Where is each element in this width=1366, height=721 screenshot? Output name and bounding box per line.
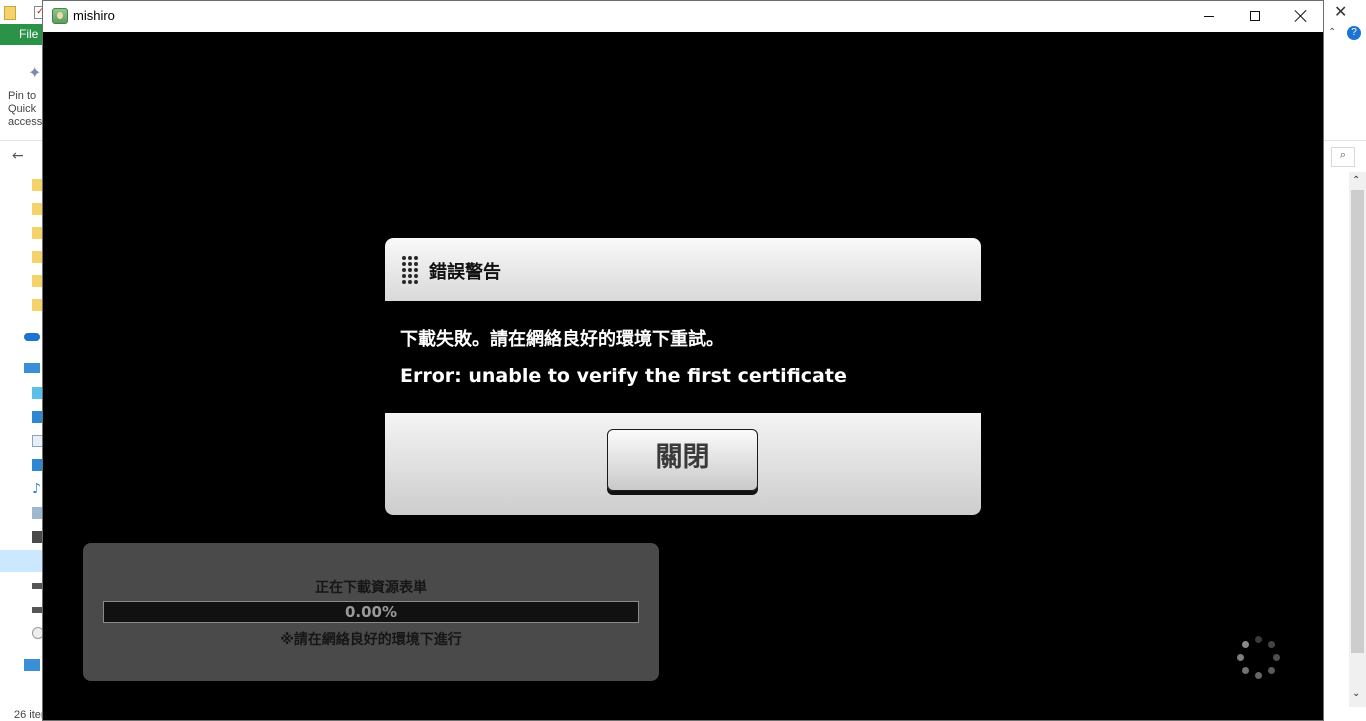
scroll-down-icon[interactable]: ⌄ — [1352, 688, 1360, 699]
maximize-icon — [1250, 11, 1260, 21]
app-icon — [52, 8, 68, 24]
loading-spinner-icon — [1235, 634, 1283, 682]
error-dialog: 錯誤警告 下載失敗。請在網絡良好的環境下重試。 Error: unable to… — [385, 238, 981, 515]
ribbon-tab-file[interactable]: File — [0, 24, 44, 45]
spinner-dot — [1242, 666, 1250, 674]
spinner-dot — [1273, 654, 1280, 661]
pin-icon: ✦ — [28, 63, 42, 82]
spinner-dot — [1267, 666, 1275, 674]
download-panel: 正在下載資源表単 0.00% ※請在網絡良好的環境下進行 — [83, 543, 659, 681]
progress-bar: 0.00% — [103, 601, 639, 623]
mishiro-window: mishiro 錯誤警告 下載失敗。請在網絡良好的環境下重試。 Error: u… — [42, 0, 1324, 721]
grip-dots-icon — [402, 256, 420, 284]
close-window-button[interactable] — [1278, 1, 1324, 32]
back-arrow-icon[interactable]: ← — [12, 148, 24, 164]
minimize-icon — [1204, 16, 1214, 17]
window-titlebar[interactable]: mishiro — [43, 1, 1323, 32]
computer-icon[interactable] — [24, 363, 40, 373]
explorer-close-icon[interactable]: ✕ — [1334, 2, 1347, 21]
dialog-message: 下載失敗。請在網絡良好的環境下重試。 — [400, 329, 724, 350]
help-icon[interactable]: ? — [1347, 26, 1361, 40]
selected-sidebar-item[interactable] — [0, 550, 43, 572]
close-icon — [1294, 9, 1308, 23]
dialog-header: 錯誤警告 — [385, 238, 981, 301]
dialog-title: 錯誤警告 — [429, 262, 501, 283]
spinner-dot — [1237, 654, 1244, 661]
dialog-footer: 關閉 — [385, 413, 981, 515]
window-title: mishiro — [73, 8, 115, 23]
spinner-dot — [1242, 641, 1250, 649]
scrollbar-thumb[interactable] — [1351, 190, 1364, 653]
folder-icon — [4, 6, 16, 20]
maximize-button[interactable] — [1232, 1, 1278, 32]
collapse-ribbon-icon[interactable]: ⌃ — [1328, 27, 1336, 38]
onedrive-icon[interactable] — [24, 333, 40, 341]
download-note: ※請在網絡良好的環境下進行 — [280, 632, 462, 648]
spinner-dot — [1267, 641, 1275, 649]
download-title: 正在下載資源表単 — [315, 580, 427, 596]
spinner-dot — [1255, 672, 1262, 679]
search-icon[interactable]: ⌕ — [1331, 147, 1355, 167]
dialog-error-text: Error: unable to verify the first certif… — [400, 365, 847, 387]
close-dialog-button[interactable]: 關閉 — [607, 429, 758, 491]
game-canvas: 錯誤警告 下載失敗。請在網絡良好的環境下重試。 Error: unable to… — [43, 32, 1323, 720]
network-icon[interactable] — [24, 659, 40, 671]
progress-text: 0.00% — [344, 603, 398, 621]
minimize-button[interactable] — [1186, 1, 1232, 32]
dialog-body: 下載失敗。請在網絡良好的環境下重試。 Error: unable to veri… — [385, 301, 981, 413]
scroll-up-icon[interactable]: ⌃ — [1352, 175, 1360, 186]
spinner-dot — [1255, 636, 1262, 643]
